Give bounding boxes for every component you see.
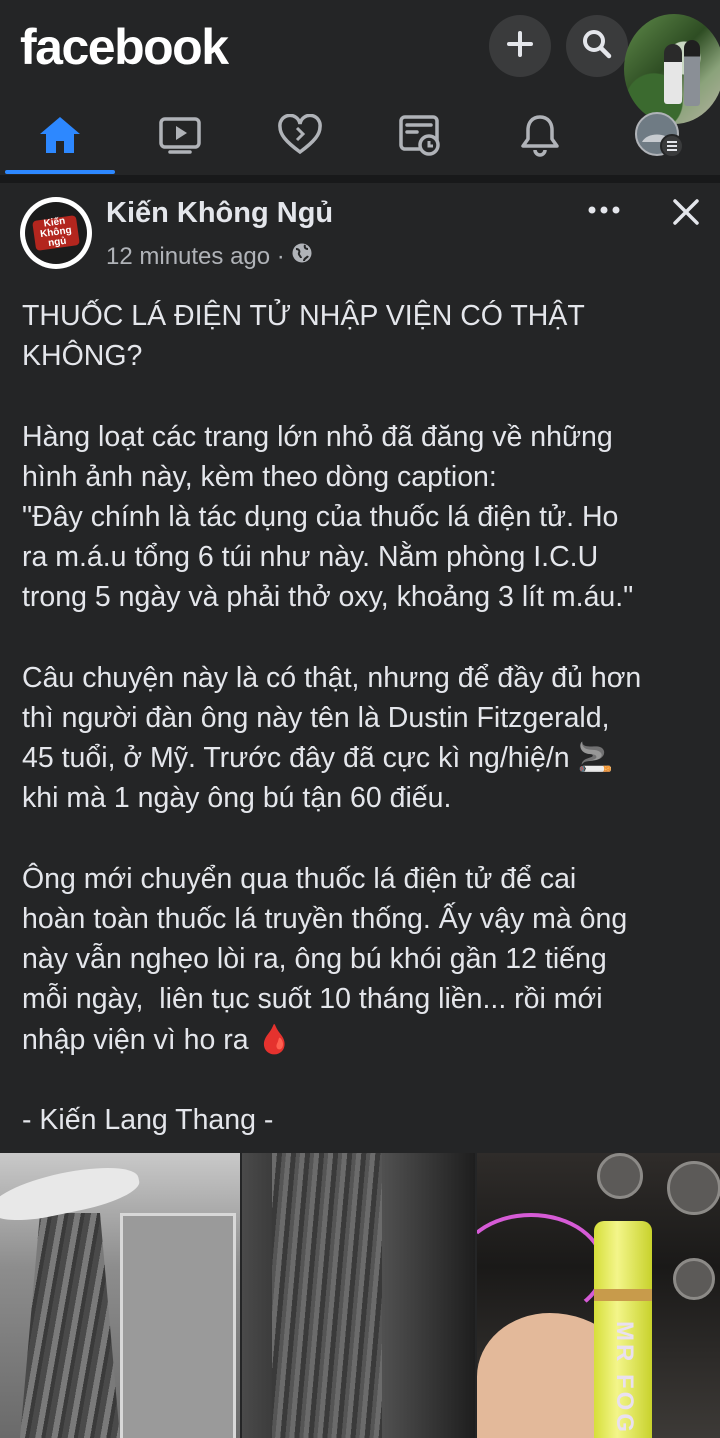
bell-icon xyxy=(519,113,561,162)
photo-texture-shape xyxy=(272,1153,382,1438)
photo-close-up[interactable] xyxy=(242,1153,475,1438)
photo-vape-band xyxy=(594,1289,652,1301)
tab-notifications[interactable] xyxy=(480,100,600,175)
create-button[interactable] xyxy=(489,15,551,77)
main-nav xyxy=(0,100,720,175)
photo-vape-label: MR FOG xyxy=(611,1321,638,1435)
avatar-photo-person xyxy=(664,44,682,104)
photo-vent-shape xyxy=(667,1161,720,1215)
author-avatar[interactable]: Kiến Không ngủ xyxy=(20,197,92,269)
tab-feeds[interactable] xyxy=(360,100,480,175)
photo-blood-bag[interactable] xyxy=(0,1153,240,1438)
facebook-logo[interactable]: facebook xyxy=(20,18,229,76)
more-dots-icon xyxy=(588,202,620,220)
search-button[interactable] xyxy=(566,15,628,77)
search-icon xyxy=(581,28,613,65)
photo-vent-shape xyxy=(673,1258,715,1300)
close-icon xyxy=(672,198,700,231)
tab-menu[interactable] xyxy=(600,100,720,175)
post-photo-gallery: MR FOG xyxy=(0,1153,720,1438)
photo-vent-shape xyxy=(597,1153,643,1199)
photo-vape-shape: MR FOG xyxy=(594,1221,652,1438)
photo-bag-shape xyxy=(20,1213,120,1438)
tab-watch[interactable] xyxy=(120,100,240,175)
plus-icon xyxy=(505,29,535,64)
post-author[interactable]: Kiến Không Ngủ xyxy=(106,197,333,230)
video-icon xyxy=(157,114,203,161)
tab-home[interactable] xyxy=(0,100,120,175)
feed-divider xyxy=(0,175,720,183)
post-more-button[interactable] xyxy=(584,196,624,226)
photo-vape-device[interactable]: MR FOG xyxy=(477,1153,720,1438)
tab-dating[interactable] xyxy=(240,100,360,175)
top-bar: facebook xyxy=(0,0,720,175)
post-meta: 12 minutes ago · xyxy=(106,242,313,271)
menu-avatar-icon xyxy=(632,110,688,165)
author-avatar-logo: Kiến Không ngủ xyxy=(32,215,80,251)
heart-icon xyxy=(277,113,323,161)
feeds-icon xyxy=(397,113,443,162)
photo-door-shape xyxy=(120,1213,236,1438)
photo-wire-shape xyxy=(477,1213,605,1321)
post-hide-button[interactable] xyxy=(664,192,708,236)
post-timestamp[interactable]: 12 minutes ago · xyxy=(106,243,285,271)
active-tab-indicator xyxy=(5,170,115,174)
globe-icon xyxy=(291,242,313,271)
avatar-photo-person xyxy=(684,40,700,106)
home-icon xyxy=(37,114,83,161)
author-avatar-inner: Kiến Không ngủ xyxy=(25,202,87,264)
post-text: THUỐC LÁ ĐIỆN TỬ NHẬP VIỆN CÓ THẬT KHÔNG… xyxy=(22,300,642,1137)
